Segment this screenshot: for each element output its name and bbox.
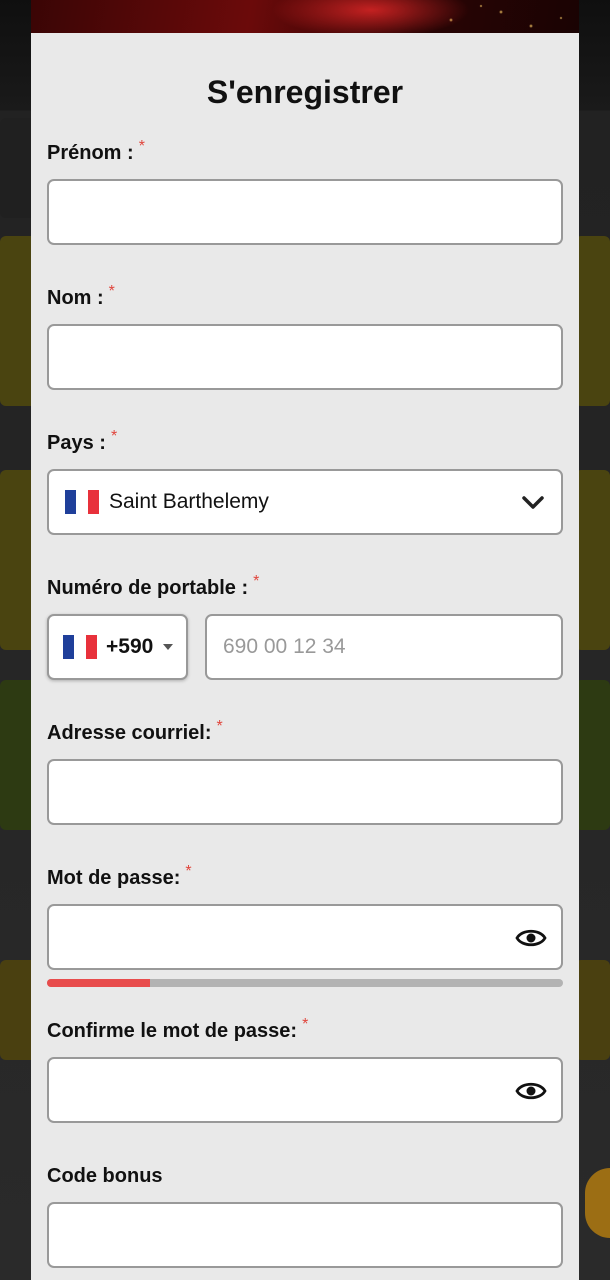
bonus-code-input[interactable] bbox=[49, 1204, 561, 1266]
first-name-field[interactable] bbox=[47, 179, 563, 245]
dial-code-select[interactable]: +590 bbox=[47, 614, 188, 680]
last-name-label-text: Nom : bbox=[47, 287, 104, 309]
email-label-text: Adresse courriel: bbox=[47, 722, 212, 744]
france-flag-icon bbox=[63, 635, 97, 659]
last-name-label: Nom : * bbox=[47, 283, 115, 310]
mobile-label-text: Numéro de portable : bbox=[47, 577, 249, 599]
required-mark: * bbox=[253, 573, 260, 590]
required-mark: * bbox=[138, 138, 145, 155]
mobile-label: Numéro de portable : * bbox=[47, 573, 259, 600]
required-mark: * bbox=[302, 1016, 309, 1033]
chevron-down-icon bbox=[522, 496, 544, 509]
caret-down-icon bbox=[163, 644, 174, 650]
required-mark: * bbox=[185, 863, 192, 880]
email-label: Adresse courriel: * bbox=[47, 718, 223, 745]
backdrop-tile bbox=[575, 960, 610, 1060]
email-field[interactable] bbox=[47, 759, 563, 825]
mobile-number-input[interactable] bbox=[207, 616, 561, 678]
bonus-code-label-text: Code bonus bbox=[47, 1165, 163, 1187]
country-selected-value: Saint Barthelemy bbox=[109, 490, 269, 513]
bonus-code-field[interactable] bbox=[47, 1202, 563, 1268]
first-name-input[interactable] bbox=[49, 181, 561, 243]
required-mark: * bbox=[110, 428, 118, 445]
confirm-password-field[interactable] bbox=[47, 1057, 563, 1123]
password-strength-fill bbox=[47, 979, 151, 987]
bonus-code-label: Code bonus bbox=[47, 1165, 163, 1188]
chat-button[interactable] bbox=[585, 1168, 610, 1238]
first-name-label: Prénom : * bbox=[47, 138, 145, 165]
password-label: Mot de passe: * bbox=[47, 863, 192, 890]
country-label: Pays : * bbox=[47, 428, 117, 455]
confirm-password-input[interactable] bbox=[49, 1059, 561, 1121]
backdrop-tile bbox=[575, 470, 610, 650]
confirm-password-label-text: Confirme le mot de passe: bbox=[47, 1020, 298, 1042]
required-mark: * bbox=[108, 283, 115, 300]
backdrop-tile bbox=[575, 680, 610, 830]
last-name-field[interactable] bbox=[47, 324, 563, 390]
modal-banner bbox=[31, 0, 579, 33]
first-name-label-text: Prénom : bbox=[47, 142, 134, 164]
confirm-password-label: Confirme le mot de passe: * bbox=[47, 1016, 308, 1043]
password-input[interactable] bbox=[49, 906, 561, 968]
password-strength-bar bbox=[47, 979, 563, 987]
dial-code-value: +590 bbox=[106, 635, 154, 658]
france-flag-icon bbox=[65, 490, 99, 514]
password-label-text: Mot de passe: bbox=[47, 867, 181, 889]
eye-icon[interactable] bbox=[515, 925, 547, 951]
eye-icon[interactable] bbox=[515, 1078, 547, 1104]
country-label-text: Pays : bbox=[47, 432, 106, 454]
last-name-input[interactable] bbox=[49, 326, 561, 388]
page-title: S'enregistrer bbox=[206, 74, 404, 110]
email-input[interactable] bbox=[49, 761, 561, 823]
required-mark: * bbox=[216, 718, 223, 735]
backdrop-tile bbox=[575, 236, 610, 406]
password-field[interactable] bbox=[47, 904, 563, 970]
country-select[interactable]: Saint Barthelemy bbox=[47, 469, 563, 535]
mobile-number-field[interactable] bbox=[205, 614, 563, 680]
register-modal: S'enregistrer Prénom : * Nom : * Pays : * S… bbox=[31, 0, 579, 1280]
